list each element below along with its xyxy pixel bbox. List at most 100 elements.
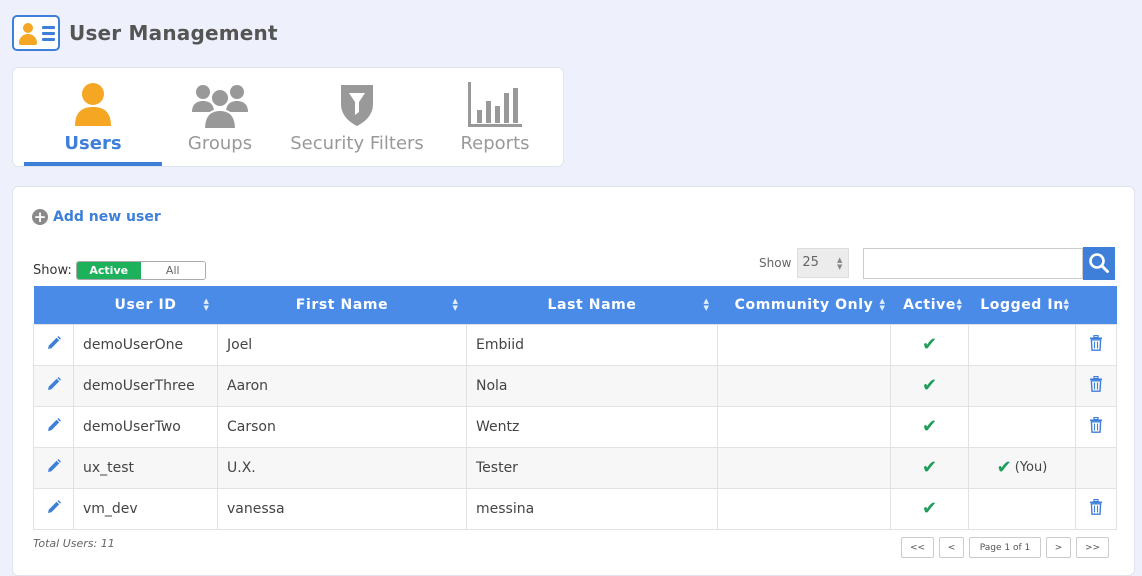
edit-cell[interactable] (33, 487, 74, 530)
last-name-cell: Nola (466, 364, 718, 407)
table-header-row: User ID ▲ ▼ First Name ▲ ▼ Last Name ▲ ▼ Commu… (33, 286, 1117, 324)
trash-icon[interactable] (1089, 416, 1103, 433)
column-header-user-id[interactable]: User ID ▲ ▼ (73, 286, 218, 324)
bar-chart-icon (468, 82, 522, 127)
filter-active-button[interactable]: Active (76, 262, 141, 279)
delete-cell[interactable] (1075, 405, 1117, 448)
prev-page-button[interactable]: < (939, 537, 964, 558)
sort-icon: ▲ ▼ (1063, 297, 1070, 312)
column-header-label: Logged In (980, 296, 1064, 313)
logged-in-cell (968, 364, 1076, 407)
column-header-delete (1075, 286, 1117, 324)
first-page-button[interactable]: << (901, 537, 934, 558)
page-size-value: 25 (802, 255, 819, 270)
tab-users-label: Users (64, 133, 122, 154)
next-page-button[interactable]: > (1046, 537, 1071, 558)
trash-icon[interactable] (1089, 334, 1103, 351)
column-header-first-name[interactable]: First Name ▲ ▼ (217, 286, 467, 324)
plus-circle-icon: + (32, 208, 48, 226)
add-new-user-label: Add new user (53, 209, 161, 225)
search-icon (1089, 253, 1109, 273)
checkmark-icon: ✔ (996, 457, 1012, 478)
community-only-cell (717, 323, 891, 366)
sort-icon: ▲ ▼ (956, 297, 963, 312)
pagination: << < Page 1 of 1 > >> (901, 537, 1109, 558)
users-table: User ID ▲ ▼ First Name ▲ ▼ Last Name ▲ ▼ Commu… (33, 286, 1117, 530)
shield-filter-icon (341, 85, 373, 126)
table-row: ux_test U.X. Tester ✔ ✔ (You) (33, 446, 1117, 489)
column-header-label: Active (903, 296, 956, 313)
first-name-cell: Joel (217, 323, 467, 366)
community-only-cell (717, 487, 891, 530)
page-size-control: Show 25 ▲ ▼ (759, 248, 850, 278)
checkmark-icon: ✔ (921, 457, 938, 478)
table-row: vm_dev vanessa messina ✔ (33, 487, 1117, 530)
tab-reports[interactable]: Reports (426, 68, 564, 166)
column-header-logged-in[interactable]: Logged In ▲ ▼ (968, 286, 1076, 324)
spinner-arrows-icon[interactable]: ▲ ▼ (837, 257, 842, 271)
first-name-cell: Carson (217, 405, 467, 448)
logged-in-cell (968, 487, 1076, 530)
column-header-label: User ID (114, 296, 177, 313)
page-indicator: Page 1 of 1 (969, 537, 1041, 558)
delete-cell[interactable] (1075, 364, 1117, 407)
tab-users[interactable]: Users (24, 68, 162, 166)
last-name-cell: Embiid (466, 323, 718, 366)
pencil-edit-icon[interactable] (46, 417, 62, 433)
logged-in-cell (968, 405, 1076, 448)
column-header-active[interactable]: Active ▲ ▼ (890, 286, 969, 324)
status-toggle: Active All (75, 261, 206, 280)
pencil-edit-icon[interactable] (46, 376, 62, 392)
page-title: User Management (69, 21, 278, 45)
edit-cell[interactable] (33, 405, 74, 448)
delete-cell[interactable] (1075, 323, 1117, 366)
sort-icon: ▲ ▼ (879, 297, 886, 312)
active-cell: ✔ (890, 487, 969, 530)
add-new-user-button[interactable]: + Add new user (32, 209, 161, 225)
checkmark-icon: ✔ (921, 416, 938, 437)
edit-cell[interactable] (33, 364, 74, 407)
user-id-cell: demoUserOne (73, 323, 218, 366)
column-header-community-only[interactable]: Community Only ▲ ▼ (717, 286, 891, 324)
last-page-button[interactable]: >> (1076, 537, 1109, 558)
column-header-label: Community Only (734, 296, 874, 313)
tab-bar: Users Groups Security Filters Reports (12, 67, 564, 167)
trash-icon[interactable] (1089, 375, 1103, 392)
logged-in-you-label: (You) (1014, 460, 1048, 475)
sort-icon: ▲ ▼ (703, 297, 710, 312)
search-input[interactable] (863, 248, 1083, 279)
trash-icon[interactable] (1089, 498, 1103, 515)
column-header-label: Last Name (547, 296, 637, 313)
pencil-edit-icon[interactable] (46, 458, 62, 474)
first-name-cell: U.X. (217, 446, 467, 489)
tab-groups-label: Groups (187, 133, 253, 154)
delete-cell[interactable] (1075, 487, 1117, 530)
group-icon (192, 85, 248, 130)
pencil-edit-icon[interactable] (46, 499, 62, 515)
edit-cell[interactable] (33, 446, 74, 489)
last-name-cell: messina (466, 487, 718, 530)
sort-icon: ▲ ▼ (203, 297, 210, 312)
last-name-cell: Wentz (466, 405, 718, 448)
search-button[interactable] (1083, 247, 1115, 280)
edit-cell[interactable] (33, 323, 74, 366)
pencil-edit-icon[interactable] (46, 335, 62, 351)
community-only-cell (717, 405, 891, 448)
column-header-last-name[interactable]: Last Name ▲ ▼ (466, 286, 718, 324)
status-filter: Show: Active All (33, 261, 206, 280)
table-row: demoUserTwo Carson Wentz ✔ (33, 405, 1117, 448)
column-header-edit (33, 286, 74, 324)
logged-in-cell: ✔ (You) (968, 446, 1076, 489)
tab-security-filters[interactable]: Security Filters (288, 68, 426, 166)
community-only-cell (717, 364, 891, 407)
column-header-label: First Name (295, 296, 389, 313)
last-name-cell: Tester (466, 446, 718, 489)
filter-all-button[interactable]: All (140, 262, 205, 279)
active-cell: ✔ (890, 364, 969, 407)
page-size-spinner[interactable]: 25 ▲ ▼ (797, 248, 850, 278)
active-cell: ✔ (890, 405, 969, 448)
tab-groups[interactable]: Groups (151, 68, 289, 166)
show-filter-label: Show: (33, 263, 72, 278)
table-row: demoUserOne Joel Embiid ✔ (33, 323, 1117, 366)
user-management-logo-icon (12, 15, 60, 51)
